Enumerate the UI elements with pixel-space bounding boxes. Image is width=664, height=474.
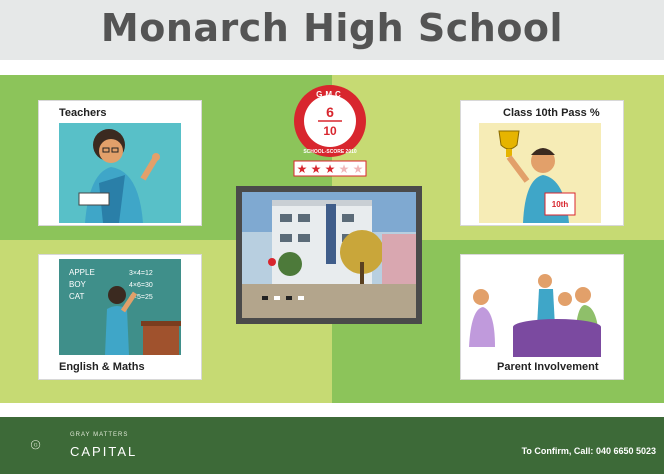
star-filled-icon: ★	[325, 162, 336, 176]
teachers-card[interactable]: Teachers	[38, 100, 202, 226]
parents-meeting-illustration	[465, 267, 615, 357]
badge-score-bottom: 10	[323, 124, 337, 138]
star-filled-icon: ★	[297, 162, 308, 176]
teachers-label: Teachers	[59, 107, 107, 119]
svg-text:G: G	[34, 443, 38, 449]
school-building-photo	[236, 186, 422, 324]
board-sum-2: 4×6=30	[129, 282, 153, 289]
parent-involvement-label: Parent Involvement	[497, 361, 599, 373]
badge-org-text: GMC	[316, 90, 344, 99]
badge-star-rating: ★ ★ ★ ★ ★	[293, 160, 367, 177]
parent-involvement-card[interactable]: Parent Involvement	[460, 254, 624, 380]
board-word-1: APPLE	[69, 268, 95, 277]
pass-percentage-card[interactable]: Class 10th Pass % 10th	[460, 100, 624, 226]
badge-ring-text: SCHOOL-SCORE 2010	[303, 149, 357, 155]
confirm-call-text: To Confirm, Call: 040 6650 5023	[522, 446, 656, 456]
student-with-trophy-illustration: 10th	[479, 123, 601, 223]
page-title: Monarch High School	[100, 6, 564, 50]
badge-score-top: 6	[326, 104, 334, 120]
star-empty-icon: ★	[339, 162, 350, 176]
confirm-phone[interactable]: 040 6650 5023	[596, 446, 656, 456]
certificate-text: 10th	[552, 200, 569, 209]
school-building-image	[242, 192, 416, 318]
board-word-3: CAT	[69, 292, 85, 301]
brand-small-text: GRAY MATTERS	[70, 432, 129, 438]
confirm-label: To Confirm, Call:	[521, 446, 594, 456]
board-word-2: BOY	[69, 280, 87, 289]
english-maths-card[interactable]: APPLE BOY CAT 3×4=12 4×6=30 4×5=25 Engli…	[38, 254, 202, 380]
english-maths-label: English & Maths	[59, 361, 145, 373]
teacher-illustration	[59, 123, 181, 223]
gmc-school-score-badge: GMC 6 10 SCHOOL-SCORE 2010 ★ ★ ★ ★ ★	[293, 85, 367, 177]
board-sum-1: 3×4=12	[129, 270, 153, 277]
pass-percentage-label: Class 10th Pass %	[503, 107, 600, 119]
brand-big-text: CAPITAL	[70, 444, 138, 459]
star-empty-icon: ★	[353, 162, 364, 176]
gray-matters-capital-logo: G	[30, 440, 41, 450]
star-filled-icon: ★	[311, 162, 322, 176]
student-at-blackboard-illustration: APPLE BOY CAT 3×4=12 4×6=30 4×5=25	[59, 259, 181, 355]
